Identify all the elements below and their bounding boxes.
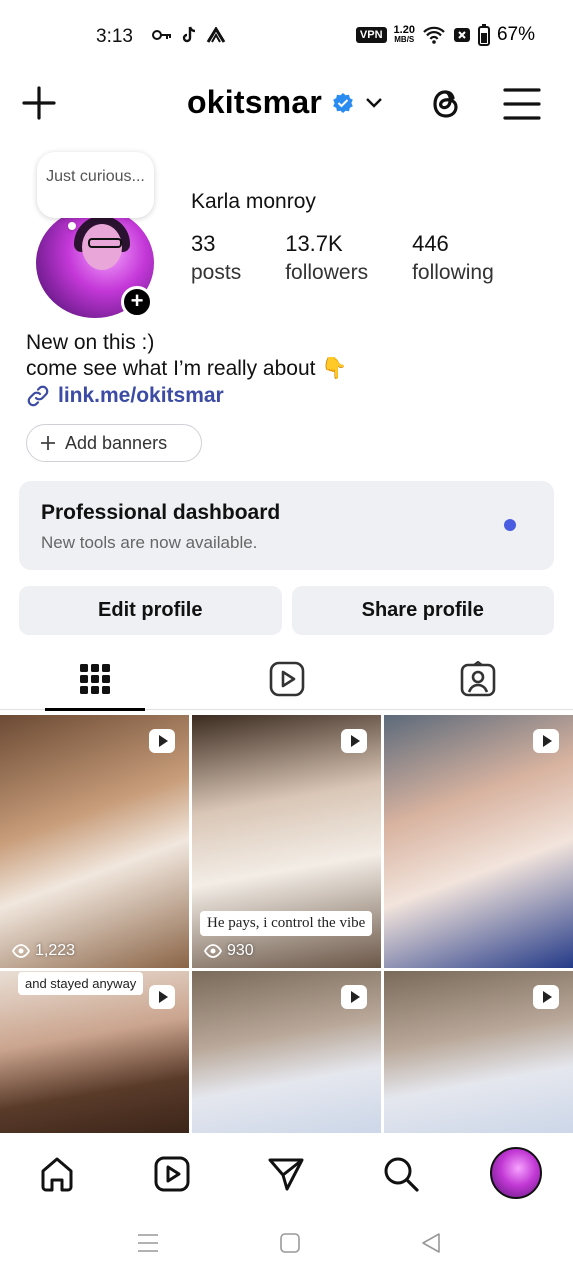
bottom-nav — [0, 1135, 573, 1211]
profile-link[interactable]: link.me/okitsmar — [26, 384, 224, 408]
recents-icon[interactable] — [137, 1232, 159, 1254]
grid-post[interactable] — [192, 971, 381, 1133]
view-count: 930 — [204, 942, 254, 960]
grid-post[interactable]: 1,223 — [0, 715, 189, 968]
home-icon — [41, 1157, 73, 1192]
key-icon — [152, 30, 171, 40]
vpn-badge: VPN — [355, 27, 387, 43]
notification-dot — [504, 519, 516, 531]
status-bar: 3:13 VPN 1.20 MB/S 67% — [0, 0, 573, 72]
grid-post[interactable] — [384, 715, 573, 968]
system-navigation — [0, 1212, 573, 1280]
wifi-icon — [423, 26, 445, 44]
view-count-value: 1,223 — [35, 942, 76, 959]
content-tabs — [0, 648, 573, 711]
pro-subtitle: New tools are now available. — [41, 533, 258, 552]
profile-stats: 33 posts 13.7K followers 446 following — [191, 230, 538, 288]
stat-value: 13.7K — [285, 231, 343, 256]
nav-reels[interactable] — [148, 1150, 196, 1198]
tab-grid[interactable] — [45, 648, 145, 711]
edit-profile-button[interactable]: Edit profile — [19, 586, 282, 635]
status-left-icons — [152, 26, 226, 44]
grid-post[interactable]: He pays, i control the vibe 930 — [192, 715, 381, 968]
post-caption: He pays, i control the vibe — [200, 911, 373, 936]
battery-icon — [477, 24, 490, 46]
link-icon — [27, 385, 49, 407]
tiktok-icon — [182, 26, 196, 43]
reel-icon — [341, 729, 367, 753]
reel-icon — [149, 985, 175, 1009]
grid-post[interactable] — [384, 971, 573, 1133]
verified-badge-icon — [333, 92, 353, 113]
link-text: link.me/okitsmar — [58, 384, 224, 407]
nav-home[interactable] — [33, 1150, 81, 1198]
stat-following[interactable]: 446 following — [412, 230, 494, 288]
reel-icon — [149, 729, 175, 753]
add-banners-button[interactable]: Add banners — [26, 424, 202, 462]
stat-followers[interactable]: 13.7K followers — [285, 230, 368, 288]
reel-icon — [341, 985, 367, 1009]
tagged-icon — [460, 661, 496, 697]
tab-tagged[interactable] — [428, 648, 528, 710]
threads-icon[interactable] — [426, 84, 466, 124]
full-name: Karla monroy — [191, 190, 316, 213]
bio-line: New on this :) — [26, 331, 155, 354]
username-switcher[interactable]: okitsmar — [187, 84, 384, 121]
stat-value: 33 — [191, 231, 216, 256]
battery-percent: 67% — [496, 24, 535, 45]
search-icon — [384, 1157, 419, 1192]
post-caption: and stayed anyway — [18, 972, 144, 995]
chevron-down-icon — [366, 97, 382, 108]
profile-actions: Edit profile Share profile — [19, 586, 554, 635]
plus-icon[interactable] — [20, 84, 58, 122]
grid-post[interactable]: and stayed anyway — [0, 971, 189, 1133]
eye-icon — [12, 944, 30, 958]
share-profile-button[interactable]: Share profile — [291, 586, 554, 635]
stat-label: following — [412, 261, 494, 284]
eye-icon — [204, 944, 222, 958]
stat-label: followers — [285, 261, 369, 284]
sim-off-icon — [453, 28, 470, 42]
send-icon — [268, 1158, 304, 1191]
home-button-icon[interactable] — [280, 1232, 300, 1254]
status-right-icons: VPN 1.20 MB/S 67% — [355, 24, 535, 46]
add-story-icon[interactable]: + — [121, 286, 153, 318]
reel-icon — [533, 985, 559, 1009]
stat-value: 446 — [412, 231, 449, 256]
bio: New on this :) come see what I’m really … — [26, 330, 347, 382]
nav-messages[interactable] — [262, 1150, 310, 1198]
note-tail — [68, 222, 76, 230]
stat-label: posts — [191, 261, 242, 284]
bio-line: come see what I’m really about 👇 — [26, 357, 348, 380]
add-banners-label: Add banners — [65, 432, 168, 453]
reels-icon — [154, 1156, 190, 1192]
nav-search[interactable] — [377, 1150, 425, 1198]
profile-avatar[interactable]: + — [36, 208, 156, 320]
reel-icon — [533, 729, 559, 753]
reels-icon — [269, 661, 305, 697]
app-icon — [206, 27, 226, 43]
back-icon[interactable] — [421, 1232, 441, 1254]
professional-dashboard[interactable]: Professional dashboard New tools are now… — [19, 481, 554, 570]
note-bubble[interactable]: Just curious... — [37, 152, 154, 218]
network-speed: 1.20 MB/S — [393, 24, 415, 45]
menu-icon[interactable] — [503, 86, 541, 122]
view-count-value: 930 — [227, 942, 254, 959]
username: okitsmar — [187, 84, 322, 120]
posts-grid: 1,223 He pays, i control the vibe 930 an… — [0, 715, 573, 1133]
tab-reels[interactable] — [237, 648, 337, 710]
plus-icon — [41, 436, 55, 450]
view-count: 1,223 — [12, 942, 75, 960]
grid-icon — [80, 664, 110, 694]
pro-title: Professional dashboard — [41, 501, 281, 524]
stat-posts[interactable]: 33 posts — [191, 230, 241, 288]
profile-header: okitsmar — [0, 78, 573, 130]
status-time: 3:13 — [96, 26, 133, 47]
nav-profile-avatar[interactable] — [490, 1147, 542, 1199]
